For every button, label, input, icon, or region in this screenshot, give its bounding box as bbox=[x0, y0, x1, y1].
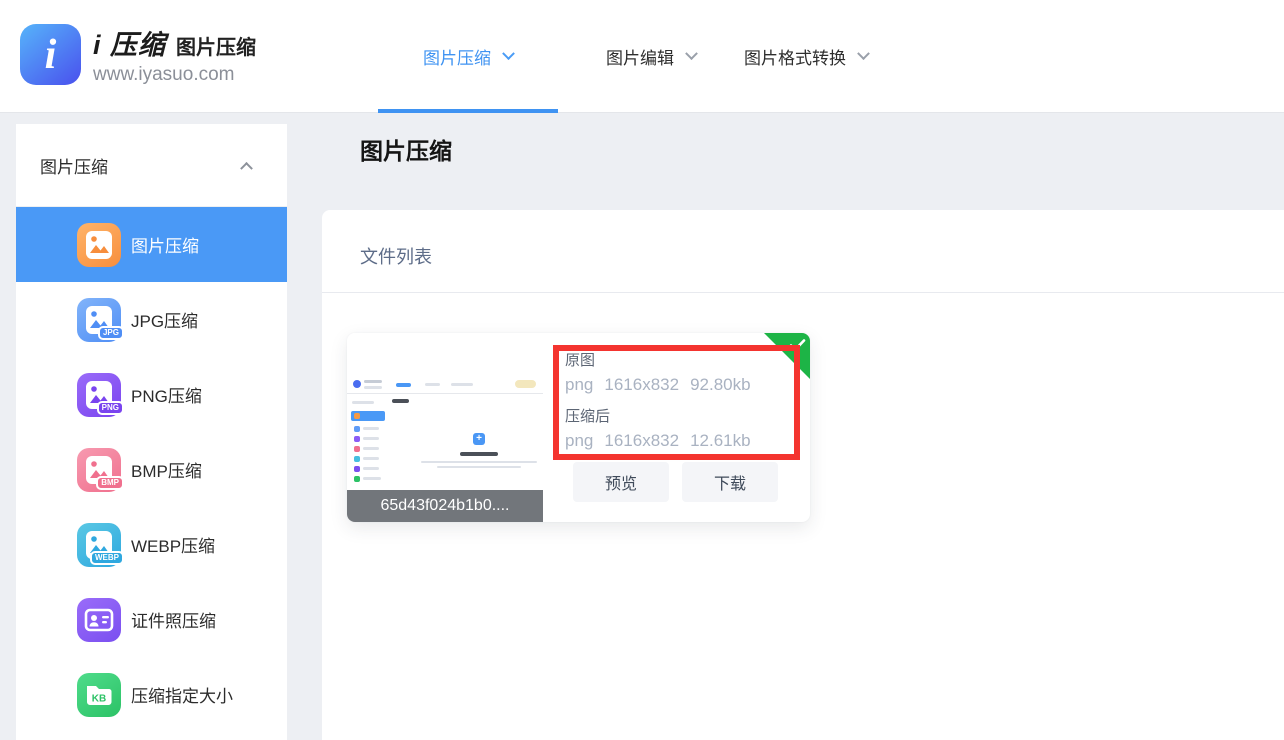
chevron-down-icon bbox=[857, 47, 870, 60]
sidebar: 图片压缩 图片压缩 JPG JPG压缩 PNG PNG压缩 BMP BMP压缩 bbox=[16, 124, 287, 740]
logo-letter: i bbox=[45, 34, 57, 76]
compression-details: 原图 png 1616x832 92.80kb 压缩后 png 1616x832 12.… bbox=[565, 349, 762, 461]
sidebar-item-png-compress[interactable]: PNG PNG压缩 bbox=[16, 357, 287, 432]
divider bbox=[347, 393, 543, 394]
compressed-label: 压缩后 bbox=[565, 405, 762, 426]
webp-icon: WEBP bbox=[77, 523, 121, 567]
active-tab-underline bbox=[378, 109, 558, 113]
kb-folder-icon: KB bbox=[77, 673, 121, 717]
original-info: png 1616x832 92.80kb bbox=[565, 375, 762, 395]
sidebar-item-label: 图片压缩 bbox=[131, 232, 199, 257]
format-badge: WEBP bbox=[90, 551, 124, 565]
sidebar-item-webp-compress[interactable]: WEBP WEBP压缩 bbox=[16, 507, 287, 582]
nav-tab-image-compress[interactable]: 图片压缩 bbox=[378, 44, 558, 69]
chevron-down-icon bbox=[685, 47, 698, 60]
image-compress-icon bbox=[77, 223, 121, 267]
chevron-up-icon bbox=[240, 161, 253, 174]
jpg-icon: JPG bbox=[77, 298, 121, 342]
format-badge: PNG bbox=[97, 401, 124, 415]
content-panel: 文件列表 bbox=[322, 210, 1284, 740]
file-thumbnail[interactable]: + 65d43f024b1b0.... bbox=[347, 333, 543, 522]
sidebar-item-image-compress[interactable]: 图片压缩 bbox=[16, 207, 287, 282]
compressed-format: png bbox=[565, 431, 593, 450]
chevron-down-icon bbox=[502, 47, 515, 60]
compressed-dimensions: 1616x832 bbox=[604, 431, 679, 450]
sidebar-item-label: BMP压缩 bbox=[131, 457, 202, 482]
sidebar-group-header[interactable]: 图片压缩 bbox=[16, 124, 287, 207]
format-badge: JPG bbox=[98, 326, 124, 340]
sidebar-item-label: PNG压缩 bbox=[131, 382, 202, 407]
page-title: 图片压缩 bbox=[360, 132, 452, 166]
brand-name: i 压缩 bbox=[93, 23, 166, 62]
svg-text:KB: KB bbox=[92, 693, 106, 704]
compressed-size: 12.61kb bbox=[690, 431, 751, 450]
original-label: 原图 bbox=[565, 349, 762, 370]
sidebar-item-label: WEBP压缩 bbox=[131, 532, 215, 557]
sidebar-group-title: 图片压缩 bbox=[40, 153, 108, 178]
png-icon: PNG bbox=[77, 373, 121, 417]
file-card: + 65d43f024b1b0.... 原图 png 1616x832 92.80k… bbox=[347, 333, 810, 522]
download-button[interactable]: 下载 bbox=[682, 462, 778, 502]
original-dimensions: 1616x832 bbox=[604, 375, 679, 394]
sidebar-item-label: 压缩指定大小 bbox=[131, 682, 233, 707]
original-size: 92.80kb bbox=[690, 375, 751, 394]
sidebar-item-label: 证件照压缩 bbox=[131, 607, 216, 632]
nav-tab-label: 图片压缩 bbox=[423, 44, 491, 69]
divider bbox=[322, 292, 1284, 293]
top-nav: 图片压缩 图片编辑 图片格式转换 bbox=[378, 0, 868, 113]
app-header: i i 压缩 图片压缩 www.iyasuo.com 图片压缩 图片编辑 图片格… bbox=[0, 0, 1284, 113]
sidebar-item-bmp-compress[interactable]: BMP BMP压缩 bbox=[16, 432, 287, 507]
nav-tab-label: 图片编辑 bbox=[606, 44, 674, 69]
preview-button[interactable]: 预览 bbox=[573, 462, 669, 502]
brand-logo-icon: i bbox=[20, 24, 81, 85]
id-card-icon bbox=[77, 598, 121, 642]
nav-tab-image-edit[interactable]: 图片编辑 bbox=[606, 44, 696, 69]
nav-tab-label: 图片格式转换 bbox=[744, 44, 846, 69]
original-format: png bbox=[565, 375, 593, 394]
compressed-info: png 1616x832 12.61kb bbox=[565, 431, 762, 451]
sidebar-item-jpg-compress[interactable]: JPG JPG压缩 bbox=[16, 282, 287, 357]
brand-suffix: 图片压缩 bbox=[176, 31, 256, 60]
site-url: www.iyasuo.com bbox=[93, 64, 256, 86]
success-check-icon bbox=[764, 333, 810, 379]
file-name: 65d43f024b1b0.... bbox=[347, 490, 543, 522]
file-actions: 预览 下载 bbox=[573, 462, 778, 502]
nav-tab-format-convert[interactable]: 图片格式转换 bbox=[744, 44, 868, 69]
sidebar-item-label: JPG压缩 bbox=[131, 307, 198, 332]
sidebar-item-compress-to-size[interactable]: KB 压缩指定大小 bbox=[16, 657, 287, 732]
sidebar-item-id-photo-compress[interactable]: 证件照压缩 bbox=[16, 582, 287, 657]
bmp-icon: BMP bbox=[77, 448, 121, 492]
format-badge: BMP bbox=[96, 476, 124, 490]
brand[interactable]: i i 压缩 图片压缩 www.iyasuo.com bbox=[20, 23, 256, 86]
file-list-title: 文件列表 bbox=[360, 243, 432, 269]
